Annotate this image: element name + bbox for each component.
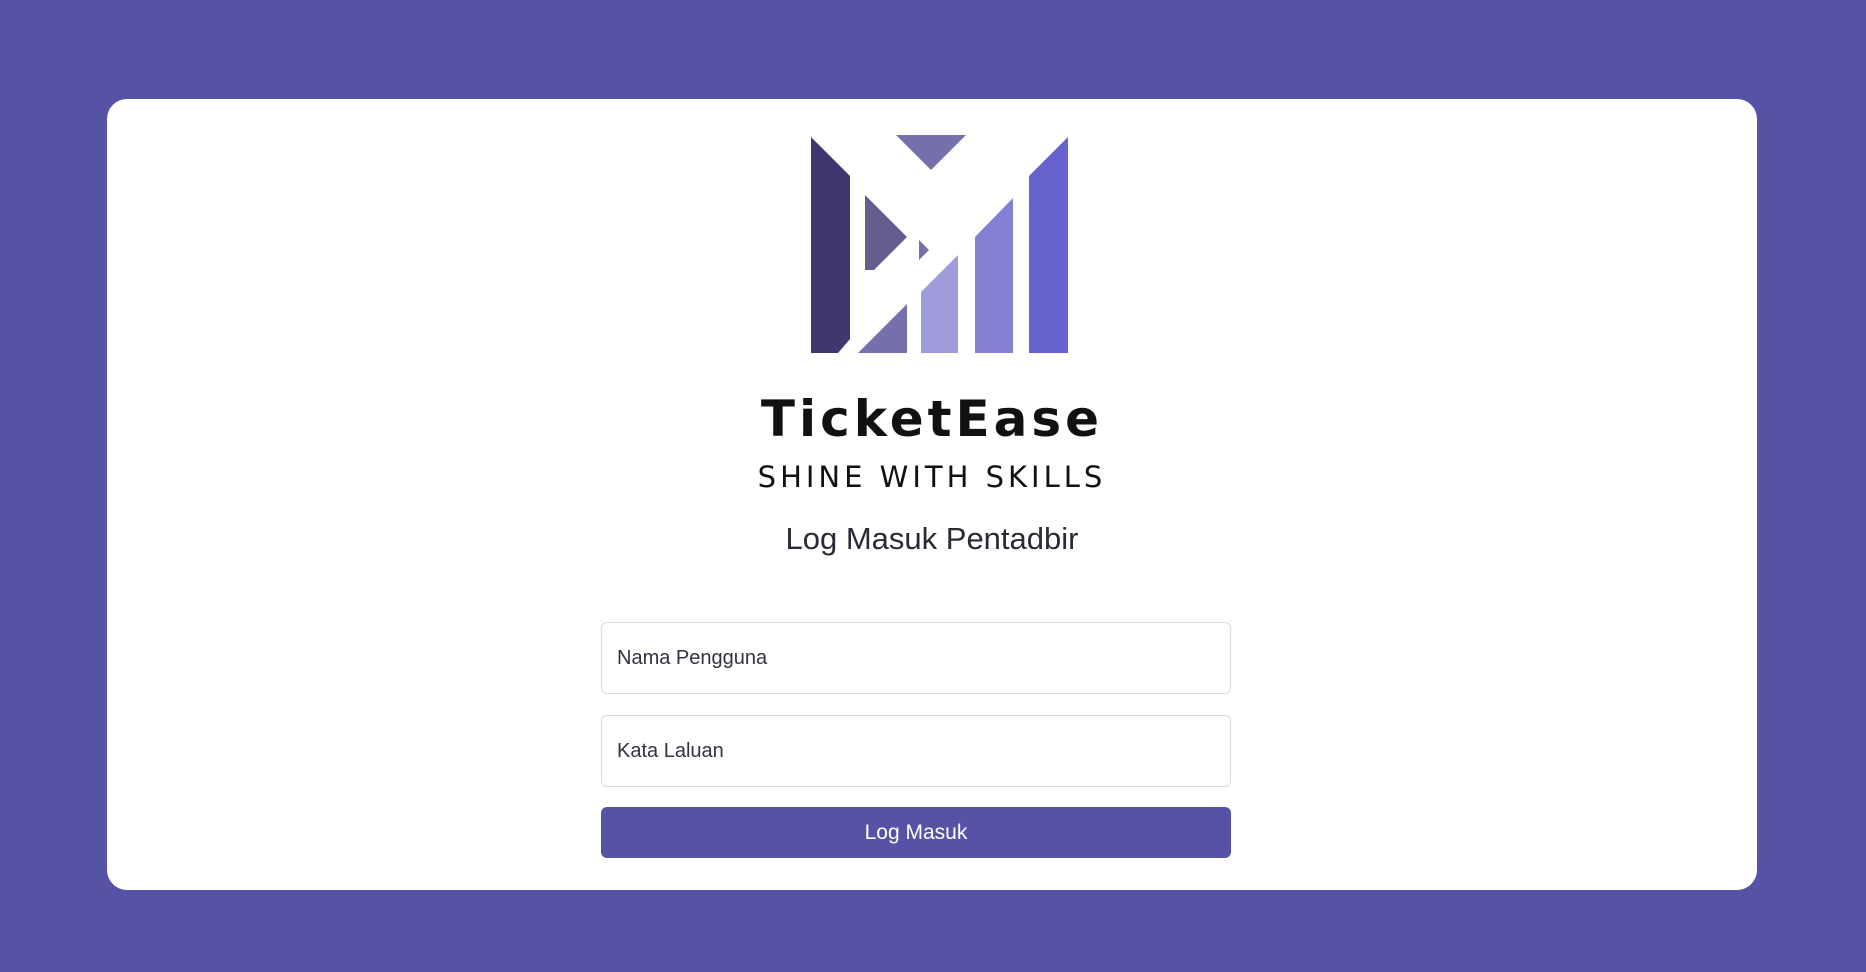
login-card: TicketEase SHINE WITH SKILLS Log Masuk P… xyxy=(107,99,1757,890)
brand-name: TicketEase xyxy=(760,390,1104,448)
username-input[interactable] xyxy=(601,622,1231,694)
brand-tagline: SHINE WITH SKILLS xyxy=(757,460,1107,494)
login-form-title: Log Masuk Pentadbir xyxy=(785,521,1079,556)
login-button[interactable]: Log Masuk xyxy=(601,807,1231,858)
password-input[interactable] xyxy=(601,715,1231,787)
ticketease-logo-icon xyxy=(811,135,1068,353)
